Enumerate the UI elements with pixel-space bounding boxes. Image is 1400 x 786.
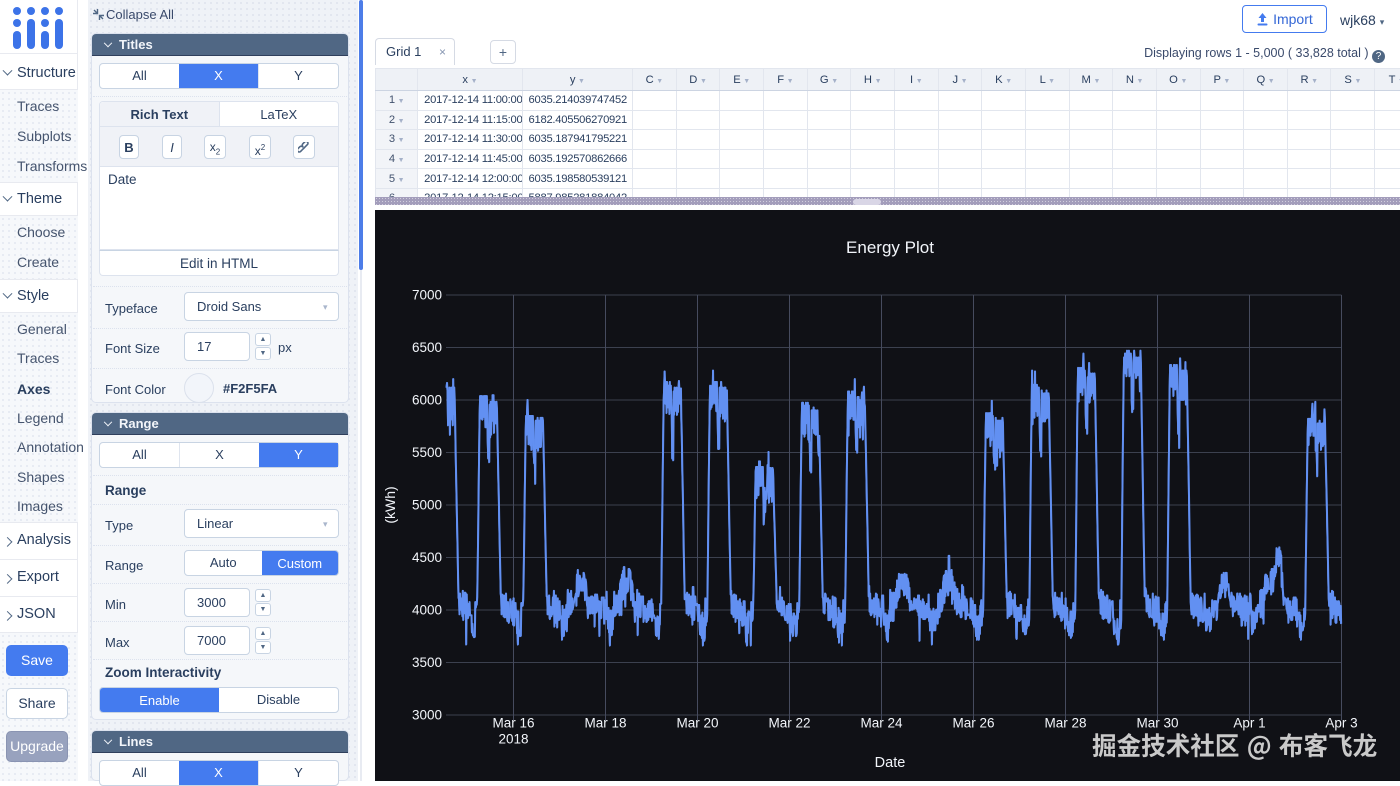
- svg-text:Energy Plot: Energy Plot: [846, 238, 934, 257]
- svg-text:6000: 6000: [412, 393, 442, 408]
- svg-text:Date: Date: [875, 755, 906, 771]
- svg-text:Mar 20: Mar 20: [676, 716, 718, 731]
- svg-text:4500: 4500: [412, 550, 442, 565]
- svg-text:5500: 5500: [412, 445, 442, 460]
- svg-text:Mar 24: Mar 24: [860, 716, 903, 731]
- svg-text:Mar 18: Mar 18: [584, 716, 626, 731]
- svg-text:3500: 3500: [412, 655, 442, 670]
- svg-text:Apr 3: Apr 3: [1325, 716, 1357, 731]
- svg-text:3000: 3000: [412, 708, 442, 723]
- svg-text:Apr 1: Apr 1: [1233, 716, 1265, 731]
- svg-text:4000: 4000: [412, 603, 442, 618]
- svg-text:2018: 2018: [498, 732, 528, 747]
- svg-text:5000: 5000: [412, 498, 442, 513]
- svg-text:6500: 6500: [412, 340, 442, 355]
- svg-text:Mar 16: Mar 16: [492, 716, 534, 731]
- svg-text:(kWh): (kWh): [382, 486, 398, 523]
- svg-text:Mar 26: Mar 26: [952, 716, 994, 731]
- svg-text:Mar 22: Mar 22: [768, 716, 810, 731]
- svg-text:Mar 28: Mar 28: [1044, 716, 1086, 731]
- svg-text:Mar 30: Mar 30: [1136, 716, 1178, 731]
- svg-text:7000: 7000: [412, 288, 442, 303]
